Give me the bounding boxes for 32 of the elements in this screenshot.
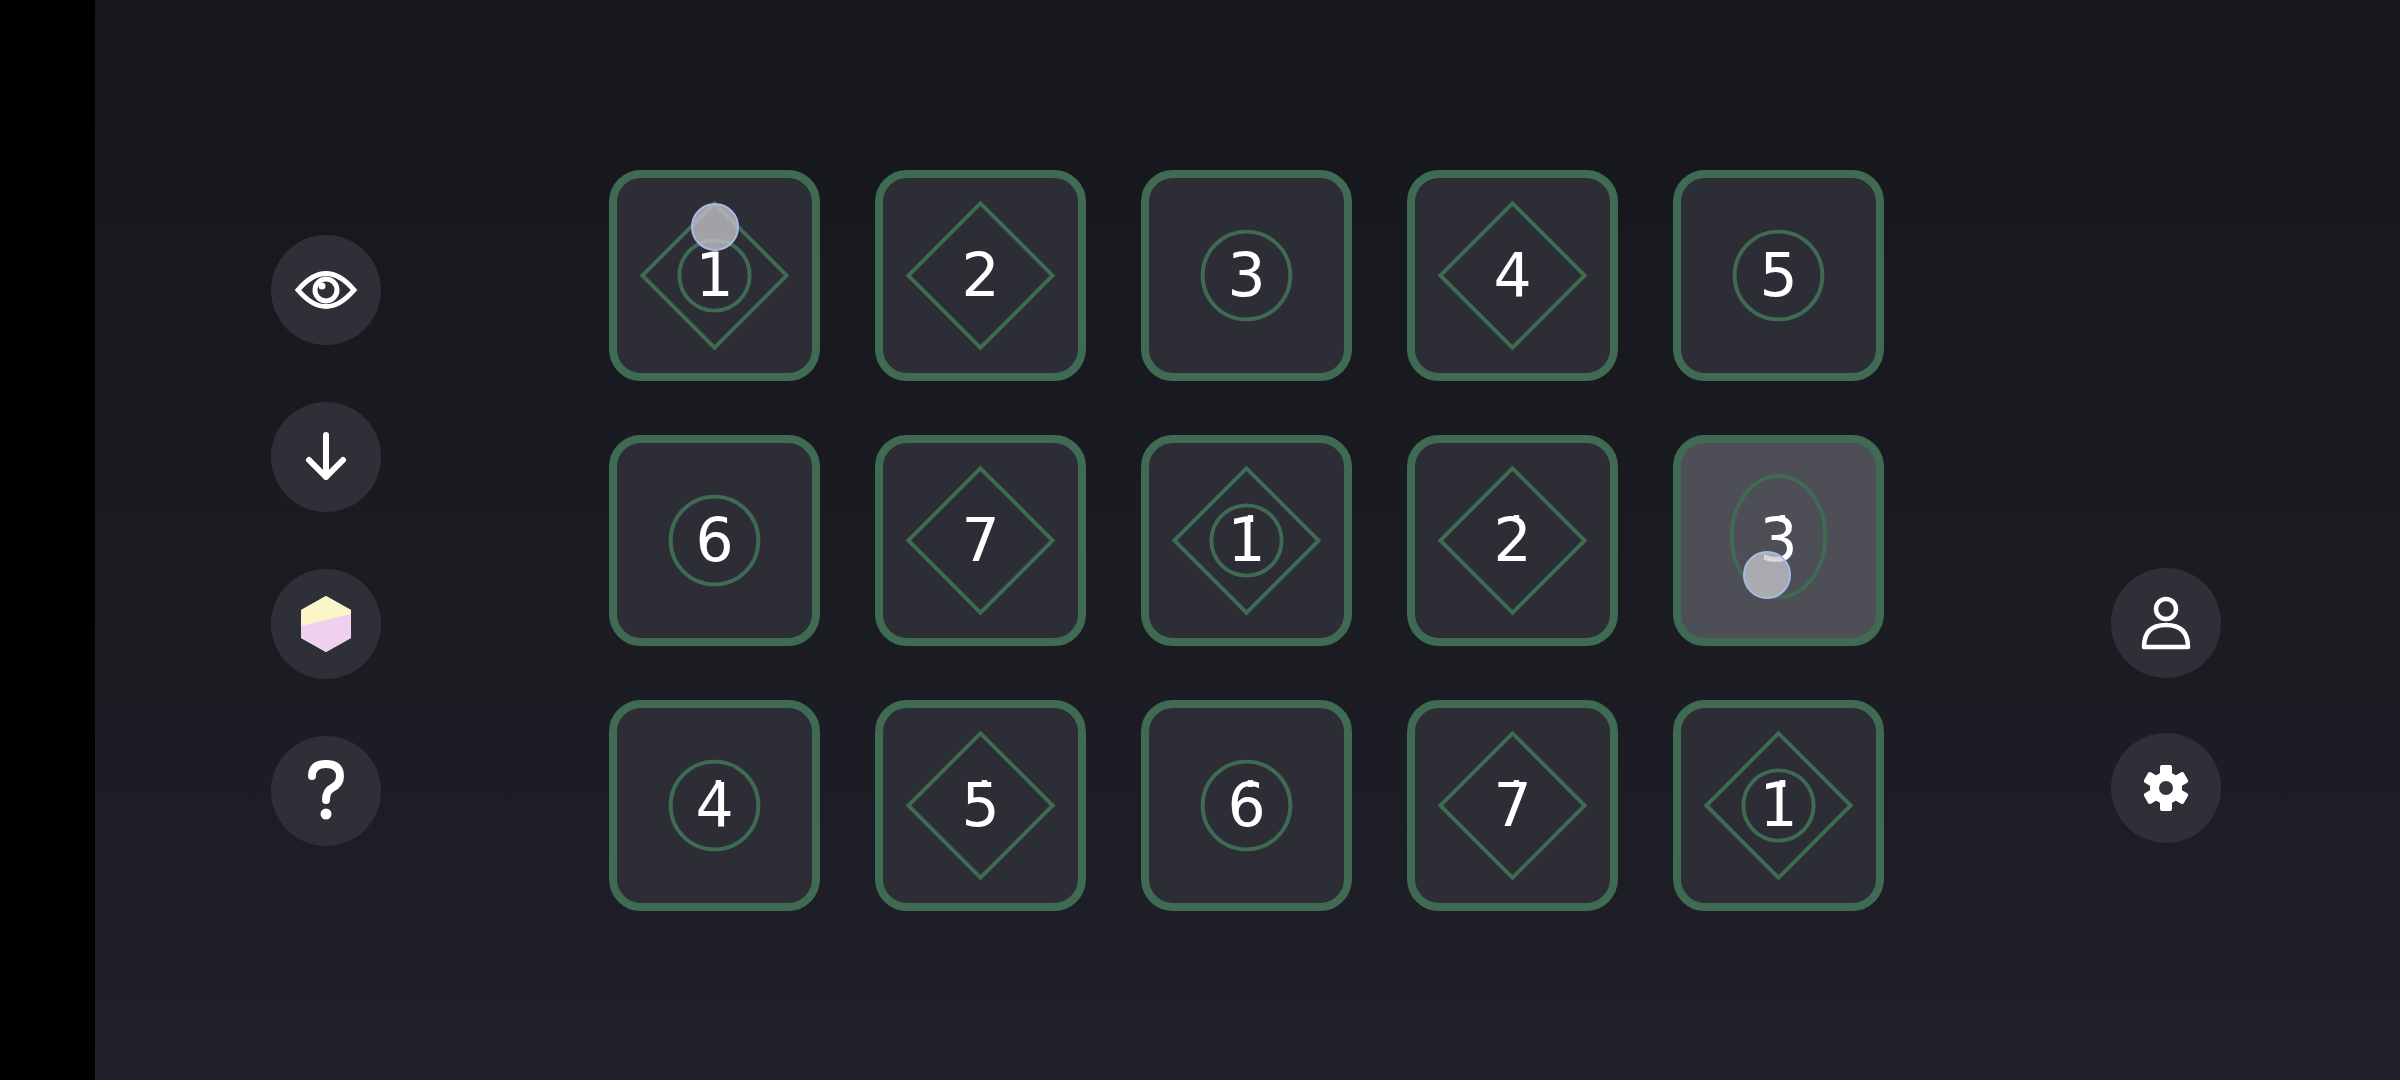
question-mark-icon	[306, 759, 346, 822]
note-pad[interactable]: 1̇̇	[1673, 699, 1884, 911]
note-pad[interactable]: 5	[1673, 169, 1884, 381]
note-label: 5̇	[961, 775, 1000, 835]
note-label: 1	[695, 245, 734, 305]
note-pad[interactable]: 1	[609, 169, 820, 381]
note-pad[interactable]: 2̇	[1407, 434, 1618, 646]
note-label: 1̇	[1227, 510, 1266, 570]
note-label: 4̇	[695, 775, 734, 835]
note-pad[interactable]: 6̇	[1141, 699, 1352, 911]
note-label: 7	[961, 510, 1000, 570]
note-label: 6̇	[1227, 775, 1266, 835]
note-label: 6	[695, 510, 734, 570]
note-pad[interactable]: 2	[875, 169, 1086, 381]
note-pad[interactable]: 1̇	[1141, 434, 1352, 646]
note-label: 5	[1759, 245, 1798, 305]
note-label: 4	[1493, 245, 1532, 305]
note-label: 7̇	[1493, 775, 1532, 835]
note-pad[interactable]: 7	[875, 434, 1086, 646]
note-label: 2̇	[1493, 510, 1532, 570]
down-arrow-icon	[304, 431, 348, 482]
note-pad[interactable]: 7̇	[1407, 699, 1618, 911]
note-label: 2	[961, 245, 1000, 305]
note-pad[interactable]: 5̇	[875, 699, 1086, 911]
note-pad[interactable]: 4̇	[609, 699, 820, 911]
note-pad[interactable]: 6	[609, 434, 820, 646]
note-label: 1̇̇	[1759, 775, 1798, 835]
person-icon	[2141, 595, 2191, 651]
note-pad[interactable]: 4	[1407, 169, 1618, 381]
note-label: 3	[1227, 245, 1266, 305]
note-pad[interactable]: 3	[1141, 169, 1352, 381]
settings-icon	[2143, 765, 2189, 811]
